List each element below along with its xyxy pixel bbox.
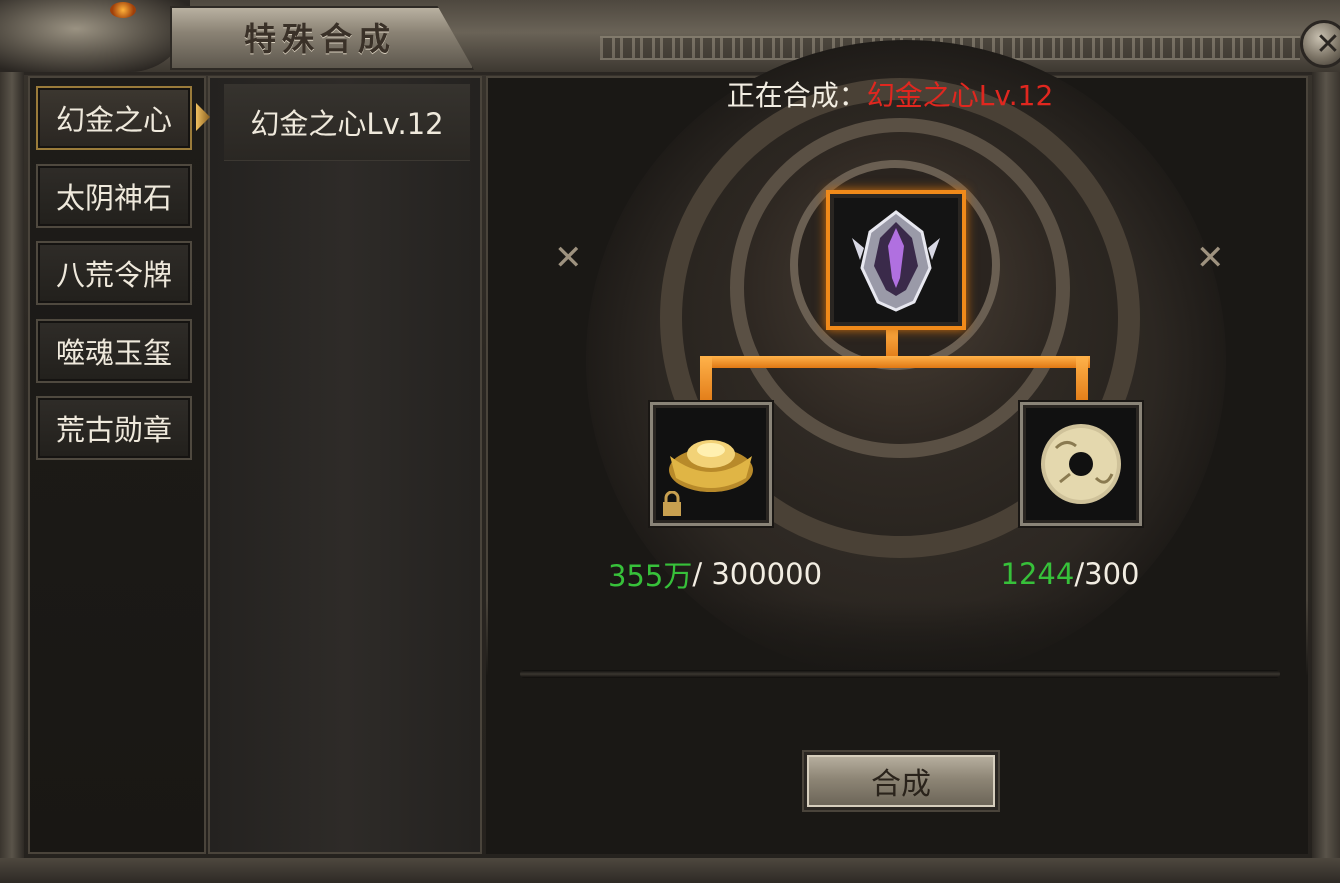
material-slot-gold-ingot[interactable] [650,402,772,526]
material-slot-jade-disc[interactable] [1020,402,1142,526]
target-item-slot[interactable] [826,190,966,330]
helmet-icon [834,198,958,322]
category-button-huanjinzhixin[interactable]: 幻金之心 [36,86,192,150]
jade-disc-icon [1026,408,1136,520]
category-button-shihunyuxi[interactable]: 噬魂玉玺 [36,319,192,383]
category-button-taiyinshenshi[interactable]: 太阴神石 [36,164,192,228]
close-button[interactable]: ✕ [1300,20,1340,68]
need-count: / 300000 [692,557,823,591]
connector-line [700,356,1090,368]
left-frame-edge [0,72,24,862]
connector-line [1076,356,1088,406]
dragon-ornament-icon [0,0,190,72]
synthesize-button[interactable]: 合成 [804,752,998,810]
dragon-eye-icon [110,2,136,18]
category-button-bahuanglingpai[interactable]: 八荒令牌 [36,241,192,305]
recipe-panel [208,76,482,854]
bottom-frame-bar [0,858,1340,883]
cross-ornament-icon: ✕ [554,238,583,278]
category-button-huanguxunzhang[interactable]: 荒古勋章 [36,396,192,460]
have-count: 355万 [607,559,693,593]
material-count-jade-disc: 1244/300 [990,554,1150,594]
synthesis-status: 正在合成： 幻金之心Lv.12 [640,74,1140,114]
connector-line [700,356,712,406]
material-count-gold-ingot: 355万/ 300000 [600,554,830,594]
recipe-item[interactable]: 幻金之心Lv.12 [224,84,470,161]
window-title: 特殊合成 [243,20,396,58]
panel-fade [486,600,1308,854]
synthesis-target-name: 幻金之心Lv.12 [866,79,1054,112]
lock-icon [663,491,681,516]
need-count: /300 [1074,557,1140,591]
synthesis-prefix: 正在合成： [726,79,867,112]
section-divider [520,670,1280,678]
close-icon: ✕ [1315,26,1340,62]
right-frame-edge [1312,72,1340,862]
have-count: 1244 [1000,557,1075,591]
cross-ornament-icon: ✕ [1196,238,1225,278]
